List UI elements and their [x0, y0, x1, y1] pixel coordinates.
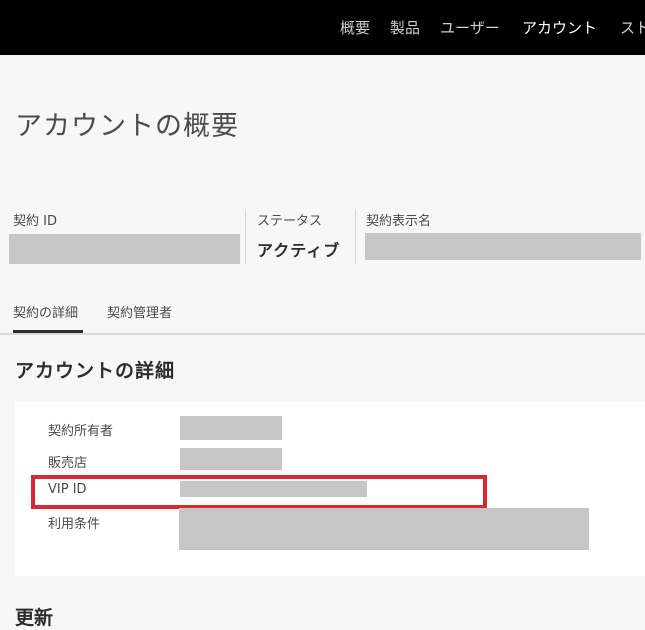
display-name-value-redacted	[365, 233, 641, 260]
tab-contract-details[interactable]: 契約の詳細	[13, 302, 78, 321]
contract-owner-value-redacted	[180, 416, 282, 440]
reseller-value-redacted	[180, 448, 282, 470]
summary-divider	[245, 209, 246, 264]
account-details-heading: アカウントの詳細	[15, 360, 176, 382]
terms-of-use-label: 利用条件	[48, 517, 101, 532]
active-tab-indicator	[13, 330, 83, 333]
status-label: ステータス	[257, 214, 323, 229]
nav-item-store-truncated[interactable]: スト	[620, 17, 645, 38]
contract-id-label: 契約 ID	[13, 214, 57, 229]
page-title: アカウントの概要	[15, 111, 239, 142]
nav-item-users[interactable]: ユーザー	[440, 17, 500, 38]
tab-contract-admins[interactable]: 契約管理者	[107, 302, 172, 321]
terms-of-use-value-redacted	[179, 508, 589, 550]
reseller-label: 販売店	[48, 456, 88, 471]
display-name-label: 契約表示名	[366, 214, 432, 229]
contract-id-value-redacted	[9, 234, 240, 264]
vip-id-highlight-box	[31, 475, 487, 509]
nav-item-account[interactable]: アカウント	[522, 17, 597, 38]
summary-divider	[355, 209, 356, 264]
nav-item-overview[interactable]: 概要	[340, 17, 370, 38]
top-nav-bar: 概要 製品 ユーザー アカウント スト	[0, 0, 645, 55]
contract-owner-label: 契約所有者	[48, 424, 114, 439]
tabs-divider	[0, 333, 645, 335]
status-value: アクティブ	[257, 241, 341, 260]
nav-item-products[interactable]: 製品	[390, 17, 420, 38]
